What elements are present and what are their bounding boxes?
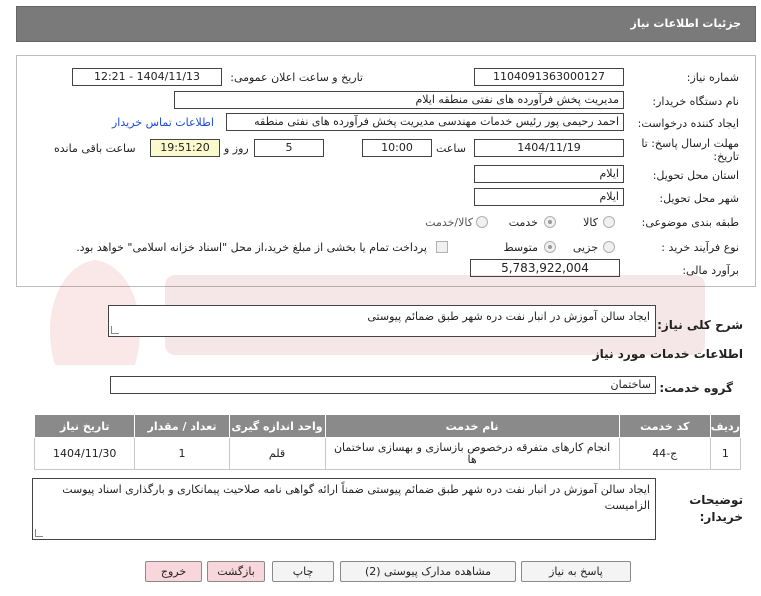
buyer-notes-textarea: ایجاد سالن آموزش در انبار نفت دره شهر طب…: [32, 478, 656, 540]
need-number-field: 1104091363000127: [474, 68, 624, 86]
announce-datetime-field: 1404/11/13 - 12:21: [72, 68, 222, 86]
exit-button[interactable]: خروج: [145, 561, 202, 582]
col-service-name: نام خدمت: [324, 414, 620, 438]
table-row: 1 ج-44 انجام کارهای متفرقه درخصوص بازساز…: [33, 437, 742, 470]
deadline-time-field: 10:00: [362, 139, 432, 157]
cell-quantity: 1: [134, 437, 230, 470]
resize-grip-icon[interactable]: [35, 529, 43, 537]
deadline-label: مهلت ارسال پاسخ: تا: [641, 137, 739, 150]
service-name-line-1: انجام کارهای متفرقه درخصوص بازسازی و بهس…: [333, 440, 611, 454]
category-radio-service[interactable]: [544, 216, 556, 228]
remaining-days-label: روز و: [224, 142, 249, 155]
col-unit: واحد اندازه گیری: [228, 414, 326, 438]
city-field: ایلام: [474, 188, 624, 206]
estimate-label: برآورد مالی:: [682, 264, 739, 277]
reply-button[interactable]: پاسخ به نیاز: [521, 561, 631, 582]
service-group-field: ساختمان: [110, 376, 656, 394]
col-index: ردیف: [709, 414, 742, 438]
page-header: جزئیات اطلاعات نیاز: [16, 6, 756, 42]
remaining-time-field: 19:51:20: [150, 139, 220, 157]
buyer-contact-link[interactable]: اطلاعات تماس خریدار: [112, 116, 214, 129]
buyer-notes-text: ایجاد سالن آموزش در انبار نفت دره شهر طب…: [62, 483, 650, 512]
col-need-date: تاریخ نیاز: [33, 414, 136, 438]
cell-unit: قلم: [228, 437, 326, 470]
city-label: شهر محل تحویل:: [659, 192, 739, 205]
table-header-row: ردیف کد خدمت نام خدمت واحد اندازه گیری ت…: [33, 414, 742, 438]
remaining-time-label: ساعت باقی مانده: [54, 142, 136, 155]
deadline-date-label: تاریخ:: [713, 150, 739, 163]
province-label: استان محل تحویل:: [652, 169, 739, 182]
deadline-date-field: 1404/11/19: [474, 139, 624, 157]
buyer-notes-label-2: خریدار:: [699, 510, 743, 524]
treasury-payment-checkbox[interactable]: [436, 241, 448, 253]
process-radio-partial[interactable]: [603, 241, 615, 253]
treasury-payment-note: پرداخت تمام یا بخشی از مبلغ خرید،از محل …: [76, 241, 427, 254]
col-quantity: تعداد / مقدار: [134, 414, 230, 438]
cell-service-code: ج-44: [618, 437, 711, 470]
category-option-goods-service: کالا/خدمت: [425, 216, 473, 229]
process-option-medium: متوسط: [503, 241, 538, 254]
estimate-field: 5,783,922,004: [470, 259, 620, 277]
process-radio-medium[interactable]: [544, 241, 556, 253]
service-group-label: گروه خدمت:: [659, 381, 733, 395]
deadline-time-label: ساعت: [436, 142, 466, 155]
services-section-title: اطلاعات خدمات مورد نیاز: [592, 347, 743, 361]
category-radio-goods[interactable]: [603, 216, 615, 228]
service-name-line-2: ها: [467, 452, 477, 466]
summary-label: شرح کلی نیاز:: [657, 318, 743, 332]
buyer-org-label: نام دستگاه خریدار:: [652, 95, 739, 108]
buyer-org-field: مدیریت پخش فرآورده های نفتی منطقه ایلام: [174, 91, 624, 109]
services-table: ردیف کد خدمت نام خدمت واحد اندازه گیری ت…: [33, 414, 742, 470]
requester-field: احمد رحیمی پور رئیس خدمات مهندسی مدیریت …: [226, 113, 624, 131]
category-option-service: خدمت: [508, 216, 538, 229]
need-number-label: شماره نیاز:: [686, 71, 739, 84]
summary-textarea: ایجاد سالن آموزش در انبار نفت دره شهر طب…: [108, 305, 656, 337]
category-label: طبقه بندی موضوعی:: [641, 216, 739, 229]
requester-label: ایجاد کننده درخواست:: [637, 117, 739, 130]
category-option-goods: کالا: [583, 216, 598, 229]
category-radio-goods-service[interactable]: [476, 216, 488, 228]
resize-grip-icon[interactable]: [111, 326, 119, 334]
cell-need-date: 1404/11/30: [33, 437, 136, 470]
buyer-notes-label: توضیحات: [689, 493, 743, 507]
summary-text: ایجاد سالن آموزش در انبار نفت دره شهر طب…: [367, 310, 650, 323]
cell-index: 1: [709, 437, 742, 470]
cell-service-name: انجام کارهای متفرقه درخصوص بازسازی و بهس…: [324, 437, 620, 470]
page-title: جزئیات اطلاعات نیاز: [630, 17, 742, 30]
announce-datetime-label: تاریخ و ساعت اعلان عمومی:: [230, 71, 363, 84]
col-service-code: کد خدمت: [618, 414, 711, 438]
process-option-partial: جزیی: [572, 241, 598, 254]
process-label: نوع فرآیند خرید :: [661, 241, 739, 254]
print-button[interactable]: چاپ: [272, 561, 334, 582]
back-button[interactable]: بازگشت: [207, 561, 265, 582]
view-attachments-button[interactable]: مشاهده مدارک پیوستی (2): [340, 561, 516, 582]
province-field: ایلام: [474, 165, 624, 183]
remaining-days-field: 5: [254, 139, 324, 157]
